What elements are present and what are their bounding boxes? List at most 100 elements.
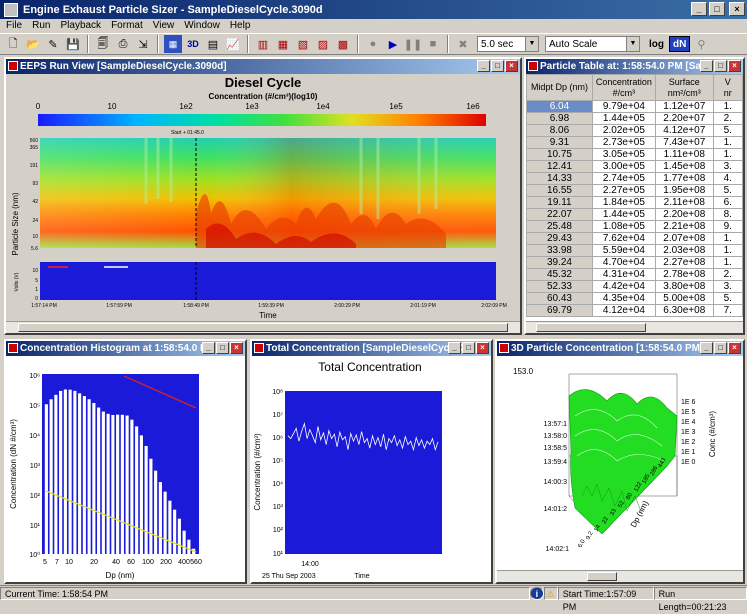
minimize-button[interactable]: _ bbox=[691, 2, 707, 16]
export-icon[interactable]: ⇲ bbox=[134, 35, 152, 53]
minimize-button[interactable]: _ bbox=[202, 342, 215, 354]
menu-playback[interactable]: Playback bbox=[60, 19, 101, 33]
table-cell: 45.32 bbox=[526, 268, 593, 281]
maximize-button[interactable]: □ bbox=[462, 342, 475, 354]
table-row[interactable]: 22.07 1.44e+05 2.20e+08 8. bbox=[526, 208, 743, 221]
settings-icon[interactable]: ▩ bbox=[334, 35, 352, 53]
menu-window[interactable]: Window bbox=[184, 19, 220, 33]
table-row[interactable]: 12.41 3.00e+05 1.45e+08 3. bbox=[526, 160, 743, 173]
table-row[interactable]: 10.75 3.05e+05 1.11e+08 1. bbox=[526, 148, 743, 161]
histogram-bar bbox=[120, 414, 124, 554]
histogram-bar bbox=[154, 470, 158, 554]
chevron-down-icon[interactable]: ▼ bbox=[525, 37, 538, 51]
run-view-scrollbar[interactable] bbox=[6, 321, 520, 333]
print-icon[interactable]: ⎙ bbox=[114, 35, 132, 53]
menu-view[interactable]: View bbox=[153, 19, 175, 33]
table-row[interactable]: 19.11 1.84e+05 2.11e+08 6. bbox=[526, 196, 743, 209]
table-row[interactable]: 25.48 1.08e+05 2.21e+08 9. bbox=[526, 220, 743, 233]
minimize-button[interactable]: _ bbox=[448, 342, 461, 354]
time-tick: 14:00:3 bbox=[544, 479, 567, 486]
table-cell: 7.43e+07 bbox=[654, 136, 714, 149]
maximize-button[interactable]: □ bbox=[714, 60, 727, 72]
log-toggle[interactable]: log bbox=[646, 36, 667, 52]
table-row[interactable]: 33.98 5.59e+04 2.03e+08 1. bbox=[526, 244, 743, 257]
dn-toggle[interactable]: dN bbox=[669, 36, 691, 52]
table-cell: 1.44e+05 bbox=[591, 112, 656, 125]
close-button[interactable]: × bbox=[729, 2, 745, 16]
3d-view-button[interactable]: 3D bbox=[184, 35, 202, 53]
pause-icon[interactable]: ❚❚ bbox=[404, 35, 422, 53]
close-button[interactable]: × bbox=[230, 342, 243, 354]
table-row[interactable]: 16.55 2.27e+05 1.95e+08 5. bbox=[526, 184, 743, 197]
maximize-button[interactable]: □ bbox=[709, 2, 725, 16]
close-button[interactable]: × bbox=[728, 342, 741, 354]
line-graph-icon[interactable]: 📈 bbox=[224, 35, 242, 53]
save-icon[interactable]: 💾 bbox=[64, 35, 82, 53]
column-header-surface[interactable]: Surface nm²/cm³ bbox=[654, 74, 714, 101]
minimize-button[interactable]: _ bbox=[700, 342, 713, 354]
close-button[interactable]: × bbox=[476, 342, 489, 354]
close-button[interactable]: × bbox=[505, 60, 518, 72]
print-preview-icon[interactable]: 🗐 bbox=[94, 35, 112, 53]
maximize-button[interactable]: □ bbox=[714, 342, 727, 354]
menu-format[interactable]: Format bbox=[111, 19, 143, 33]
run-view-chart-subtitle: Concentration (#/cm³)(log10) bbox=[209, 92, 318, 101]
maximize-button[interactable]: □ bbox=[491, 60, 504, 72]
table-row[interactable]: 45.32 4.31e+04 2.78e+08 2. bbox=[526, 268, 743, 281]
start-time-status: Start Time:1:57:09 PM bbox=[557, 586, 654, 612]
table-cell: 33.98 bbox=[526, 244, 593, 257]
scrollbar-thumb[interactable] bbox=[18, 323, 508, 332]
minimize-button[interactable]: _ bbox=[700, 60, 713, 72]
edit-icon[interactable]: ✎ bbox=[44, 35, 62, 53]
table-view-icon[interactable]: ▤ bbox=[204, 35, 222, 53]
open-folder-icon[interactable]: 📂 bbox=[24, 35, 42, 53]
menu-run[interactable]: Run bbox=[32, 19, 50, 33]
minimize-button[interactable]: _ bbox=[477, 60, 490, 72]
table-row[interactable]: 9.31 2.73e+05 7.43e+07 1. bbox=[526, 136, 743, 149]
run-view-content: Diesel Cycle Concentration (#/cm³)(log10… bbox=[6, 74, 520, 333]
contour-view-icon[interactable]: ▦ bbox=[164, 35, 182, 53]
table-row[interactable]: 29.43 7.62e+04 2.07e+08 1. bbox=[526, 232, 743, 245]
scale-select[interactable]: Auto Scale ▼ bbox=[545, 36, 640, 52]
table-row[interactable]: 52.33 4.42e+04 3.80e+08 3. bbox=[526, 280, 743, 293]
pin-icon[interactable]: ⚲ bbox=[692, 35, 710, 53]
interval-select[interactable]: 5.0 sec ▼ bbox=[477, 36, 539, 52]
table-cell: 25.48 bbox=[526, 220, 593, 233]
menu-help[interactable]: Help bbox=[230, 19, 251, 33]
chart-icon[interactable]: ▦ bbox=[274, 35, 292, 53]
table-row[interactable]: 6.04 9.79e+04 1.12e+07 1. bbox=[526, 100, 743, 113]
close-button[interactable]: × bbox=[728, 60, 741, 72]
y-tick: 10² bbox=[273, 527, 284, 534]
histogram-icon[interactable]: ▧ bbox=[294, 35, 312, 53]
chevron-down-icon[interactable]: ▼ bbox=[626, 37, 639, 51]
table-cell: 2.03e+08 bbox=[654, 244, 714, 257]
conc-axis-label: Conc (#/cm³) bbox=[708, 411, 717, 458]
new-file-icon[interactable]: 🗋 bbox=[4, 35, 22, 53]
play-icon[interactable]: ▶ bbox=[384, 35, 402, 53]
column-header-concentration[interactable]: Concentration #/cm³ bbox=[591, 74, 656, 101]
particle-table-scrollbar[interactable] bbox=[526, 321, 743, 333]
scrollbar-thumb[interactable] bbox=[587, 572, 617, 581]
table-row[interactable]: 39.24 4.70e+04 2.27e+08 1. bbox=[526, 256, 743, 269]
column-header-volume[interactable]: V nr bbox=[712, 74, 743, 101]
table-row[interactable]: 6.98 1.44e+05 2.20e+07 2. bbox=[526, 112, 743, 125]
y-tick: 10⁵ bbox=[272, 458, 283, 465]
table-row[interactable]: 14.33 2.74e+05 1.77e+08 4. bbox=[526, 172, 743, 185]
record-icon[interactable]: ● bbox=[364, 35, 382, 53]
table-row[interactable]: 69.79 4.12e+04 6.30e+08 7. bbox=[526, 304, 743, 317]
grid-icon[interactable]: ▥ bbox=[254, 35, 272, 53]
menu-file[interactable]: File bbox=[6, 19, 22, 33]
stop-icon[interactable]: ■ bbox=[424, 35, 442, 53]
column-header-dp[interactable]: Midpt Dp (nm) bbox=[526, 74, 593, 101]
colorbar-tick-5: 1e5 bbox=[389, 102, 403, 111]
3d-view-scrollbar[interactable] bbox=[497, 570, 743, 582]
maximize-button[interactable]: □ bbox=[216, 342, 229, 354]
time-tick: 13:59:4 bbox=[544, 459, 567, 466]
table-row[interactable]: 60.43 4.35e+04 5.00e+08 5. bbox=[526, 292, 743, 305]
table-cell: 14.33 bbox=[526, 172, 593, 185]
report-icon[interactable]: ▨ bbox=[314, 35, 332, 53]
table-row[interactable]: 8.06 2.02e+05 4.12e+07 5. bbox=[526, 124, 743, 137]
scrollbar-thumb[interactable] bbox=[536, 323, 646, 332]
cancel-icon[interactable]: ✖ bbox=[454, 35, 472, 53]
total-concentration-title-bar: Total Concentration [SampleDieselCycle.3… bbox=[252, 341, 491, 356]
